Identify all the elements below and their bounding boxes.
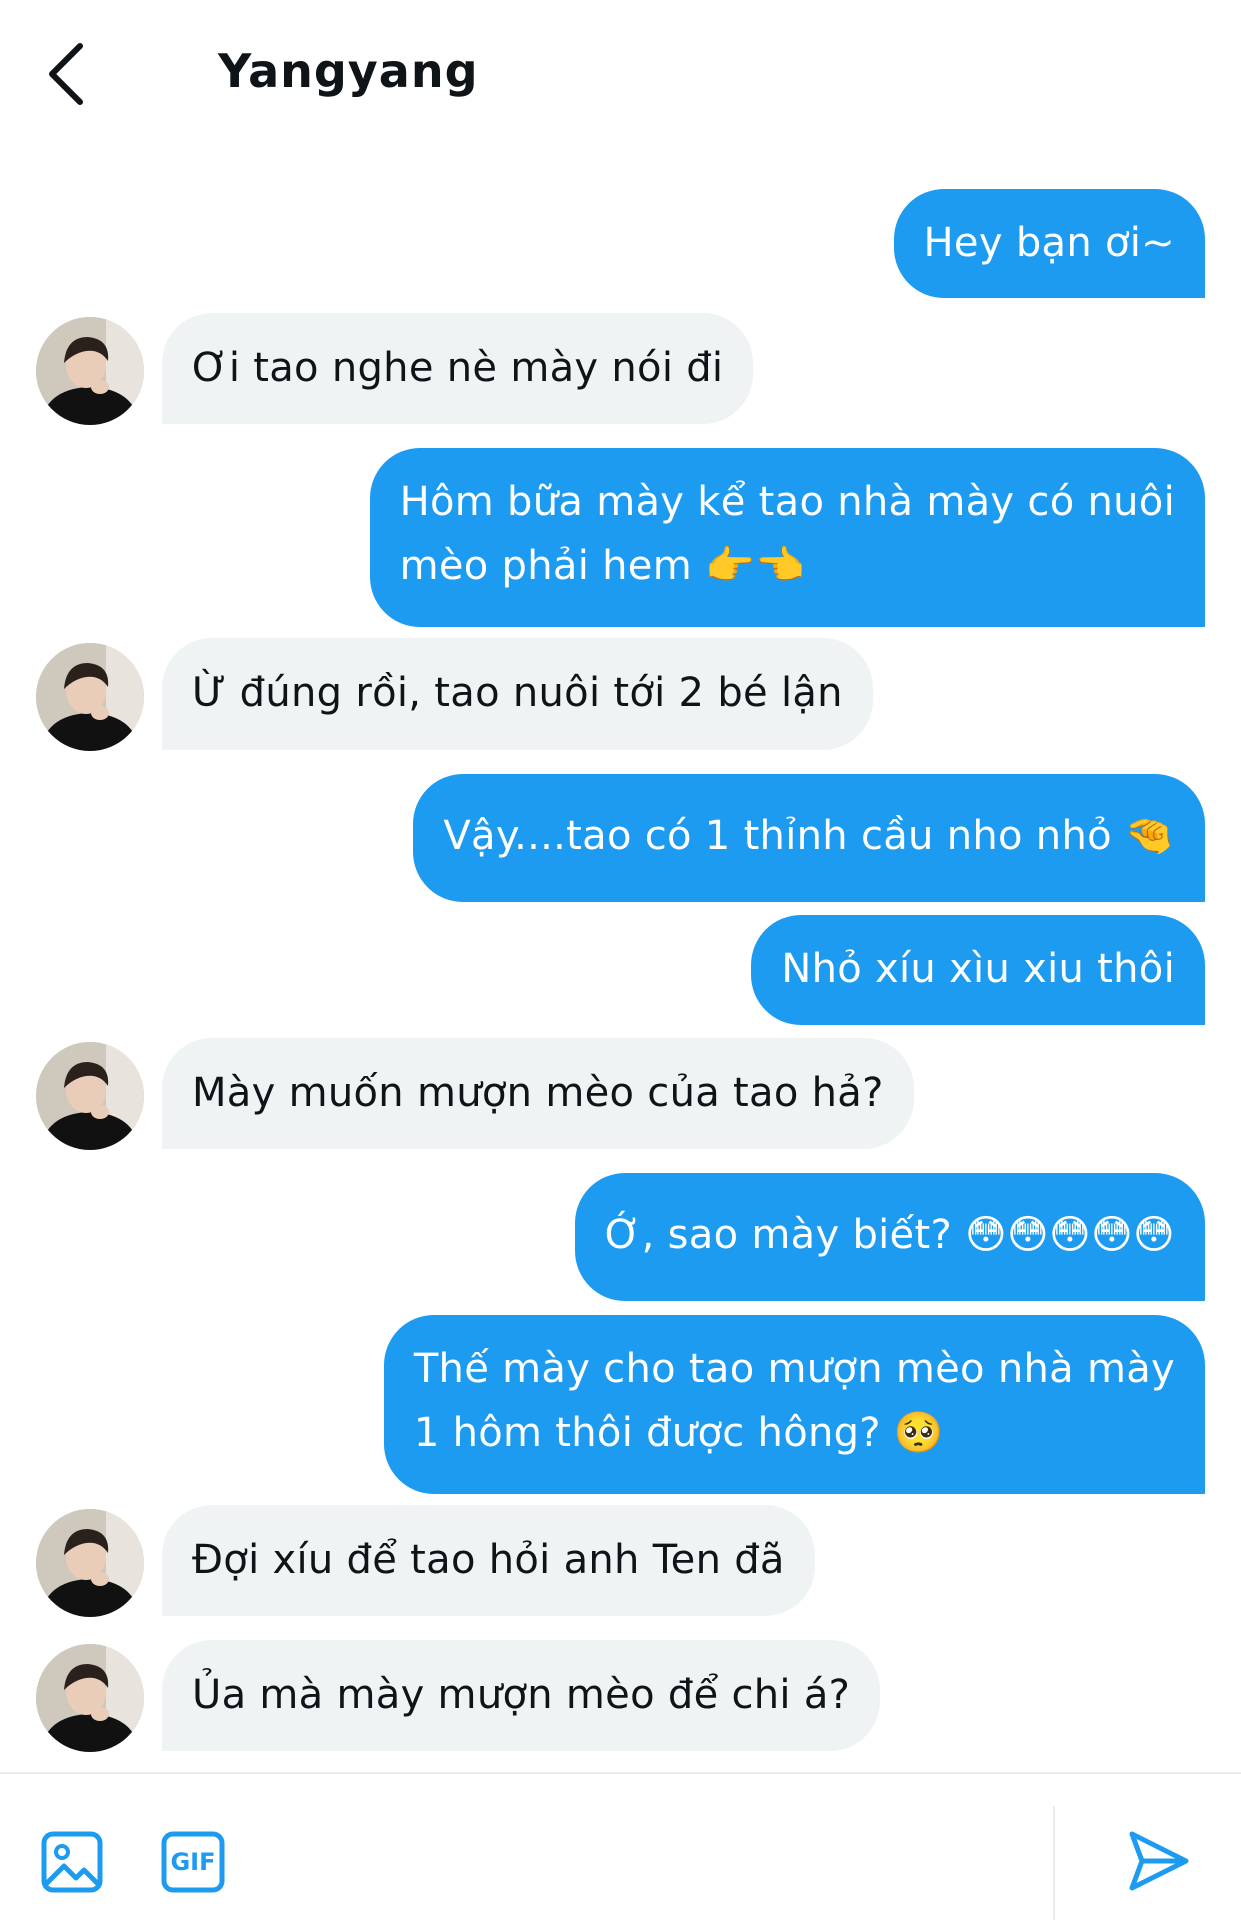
avatar[interactable]: [36, 643, 144, 751]
message-text: Mày muốn mượn mèo của tao hả?: [192, 1070, 884, 1116]
gif-label: GIF: [170, 1848, 216, 1876]
message-bubble-incoming: Ơi tao nghe nè mày nói đi: [162, 313, 754, 424]
avatar-photo: [36, 1644, 144, 1752]
composer-separator: [1053, 1806, 1055, 1920]
message-bubble-outgoing: Hôm bữa mày kể tao nhà mày có nuôi mèo p…: [369, 448, 1205, 627]
message-text: Ớ, sao mày biết? 😳😳😳😳😳: [604, 1212, 1175, 1258]
avatar[interactable]: [36, 1042, 144, 1150]
message-text: mèo phải hem 👉👈: [399, 543, 806, 589]
message-bubble-outgoing: Ớ, sao mày biết? 😳😳😳😳😳: [574, 1173, 1205, 1301]
back-button[interactable]: [42, 38, 94, 110]
message-text: Nhỏ xíu xìu xiu thôi: [781, 946, 1175, 992]
avatar[interactable]: [36, 1644, 144, 1752]
conversation-header: Yangyang: [0, 0, 1241, 150]
message-bubble-incoming: Mày muốn mượn mèo của tao hả?: [162, 1038, 914, 1149]
message-list[interactable]: Hey bạn ơi~ Ơi tao nghe nè mày nói đi Hô…: [0, 150, 1241, 1770]
message-text: Ủa mà mày mượn mèo để chi á?: [192, 1672, 851, 1718]
message-text: Vậy....tao có 1 thỉnh cầu nho nhỏ 🤏: [443, 813, 1175, 859]
send-icon: [1129, 1831, 1189, 1891]
message-text: Ơi tao nghe nè mày nói đi: [192, 345, 724, 391]
message-text: 1 hôm thôi được hông? 🥺: [413, 1410, 944, 1456]
message-bubble-outgoing: Hey bạn ơi~: [893, 189, 1205, 298]
avatar-photo: [36, 317, 144, 425]
conversation-title: Yangyang: [218, 44, 479, 98]
message-bubble-outgoing: Vậy....tao có 1 thỉnh cầu nho nhỏ 🤏: [413, 774, 1205, 902]
message-text: Thế mày cho tao mượn mèo nhà mày: [413, 1346, 1175, 1392]
message-text: Hôm bữa mày kể tao nhà mày có nuôi: [399, 479, 1175, 525]
message-text: Hey bạn ơi~: [923, 220, 1175, 266]
avatar-photo: [36, 1042, 144, 1150]
message-bubble-incoming: Ừ đúng rồi, tao nuôi tới 2 bé lận: [162, 638, 873, 750]
avatar-photo: [36, 643, 144, 751]
chevron-left-icon: [49, 43, 83, 105]
message-text: Ừ đúng rồi, tao nuôi tới 2 bé lận: [192, 670, 843, 716]
message-bubble-incoming: Đợi xíu để tao hỏi anh Ten đã: [162, 1505, 815, 1616]
avatar[interactable]: [36, 1509, 144, 1617]
add-gif-button[interactable]: GIF: [160, 1830, 226, 1894]
message-bubble-incoming: Ủa mà mày mượn mèo để chi á?: [162, 1640, 881, 1751]
image-icon: [41, 1831, 103, 1893]
message-bubble-outgoing: Thế mày cho tao mượn mèo nhà mày 1 hôm t…: [383, 1315, 1205, 1494]
add-photo-button[interactable]: [40, 1830, 104, 1894]
send-button[interactable]: [1124, 1826, 1194, 1896]
message-bubble-outgoing: Nhỏ xíu xìu xiu thôi: [751, 915, 1205, 1025]
avatar-photo: [36, 1509, 144, 1617]
message-text: Đợi xíu để tao hỏi anh Ten đã: [192, 1537, 785, 1583]
avatar[interactable]: [36, 317, 144, 425]
